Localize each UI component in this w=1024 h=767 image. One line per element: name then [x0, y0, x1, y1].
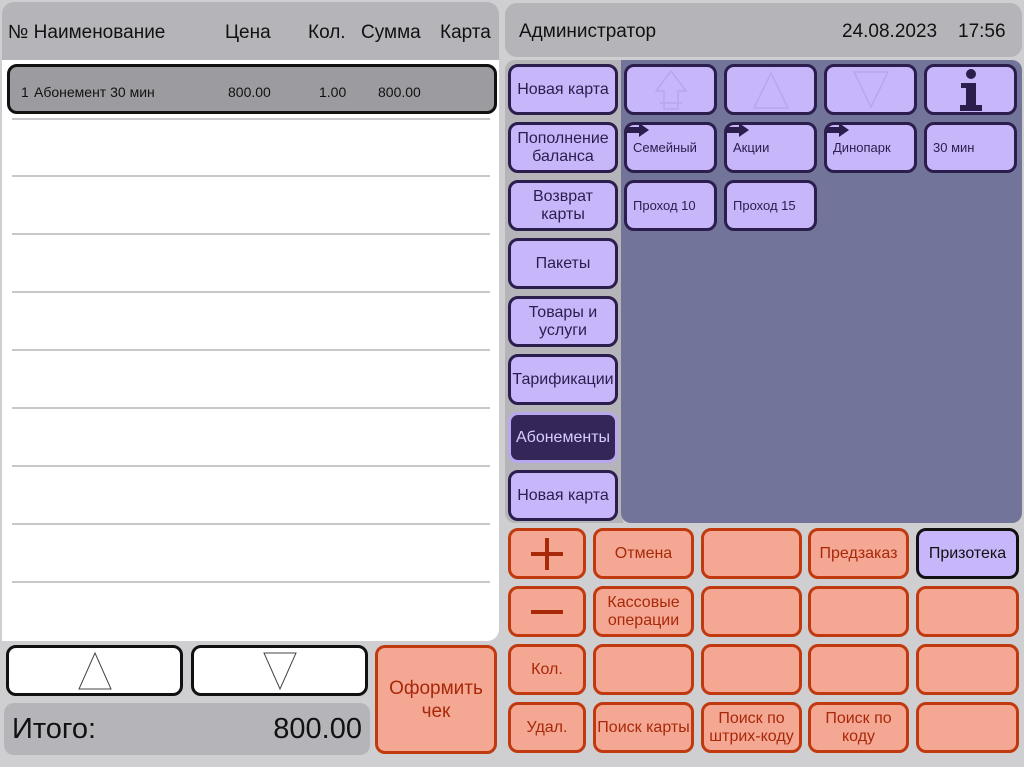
plus-icon [531, 537, 563, 570]
preorder-button[interactable]: Предзаказ [808, 528, 909, 579]
nav-card-return[interactable]: Возврат карты [508, 180, 618, 231]
tile-label: Динопарк [833, 139, 891, 155]
col-sum: Сумма [361, 22, 421, 43]
row-divider [12, 465, 490, 467]
row-divider [12, 581, 490, 583]
tile-label: 30 мин [933, 139, 975, 155]
tile-pass-10[interactable]: Проход 10 [624, 180, 717, 231]
tile-label: Акции [733, 139, 770, 155]
scroll-top-button[interactable] [624, 64, 717, 115]
search-code-button[interactable]: Поиск по коду [808, 702, 909, 753]
tile-promotions[interactable]: Акции [724, 122, 817, 173]
tile-dinopark[interactable]: Динопарк [824, 122, 917, 173]
empty-key-button[interactable] [808, 586, 909, 637]
date-text: 24.08.2023 [842, 21, 938, 42]
receipt-scroll-up-button[interactable] [6, 645, 183, 696]
prizes-button[interactable]: Призотека [916, 528, 1019, 579]
total-value: 800.00 [273, 713, 362, 745]
folder-arrow-icon [827, 123, 849, 137]
info-button[interactable] [924, 64, 1017, 115]
nav-packages[interactable]: Пакеты [508, 238, 618, 289]
user-name: Администратор [519, 21, 657, 42]
col-price: Цена [225, 22, 271, 43]
total-box: Итого: 800.00 [4, 703, 370, 755]
time-text: 17:56 [958, 21, 1006, 42]
nav-goods-services[interactable]: Товары и услуги [508, 296, 618, 347]
empty-key-button[interactable] [701, 528, 802, 579]
empty-key-button[interactable] [916, 586, 1019, 637]
tile-label: Проход 15 [733, 197, 796, 213]
nav-tariffs[interactable]: Тарификации [508, 354, 618, 405]
col-card: Карта [440, 22, 491, 43]
receipt-header: № Наименование Цена Кол. Сумма Карта [2, 2, 499, 60]
nav-new-card[interactable]: Новая карта [508, 64, 618, 115]
nav-top-up-balance[interactable]: Пополнение баланса [508, 122, 618, 173]
row-divider [12, 118, 490, 120]
empty-key-button[interactable] [916, 644, 1019, 695]
receipt-scroll-down-button[interactable] [191, 645, 368, 696]
empty-key-button[interactable] [701, 586, 802, 637]
quantity-button[interactable]: Кол. [508, 644, 586, 695]
checkout-button[interactable]: Оформить чек [375, 645, 497, 754]
empty-key-button[interactable] [593, 644, 694, 695]
row-qty: 1.00 [319, 84, 347, 100]
cash-operations-button[interactable]: Кассовые операции [593, 586, 694, 637]
tile-family[interactable]: Семейный [624, 122, 717, 173]
folder-arrow-icon [727, 123, 749, 137]
empty-key-button[interactable] [701, 644, 802, 695]
folder-arrow-icon [627, 123, 649, 137]
top-bar: Администратор 24.08.2023 17:56 [505, 3, 1022, 57]
tile-label: Проход 10 [633, 197, 696, 213]
row-divider [12, 349, 490, 351]
search-barcode-button[interactable]: Поиск по штрих-коду [701, 702, 802, 753]
row-price: 800.00 [228, 84, 271, 100]
row-sum: 800.00 [378, 84, 421, 100]
empty-key-button[interactable] [916, 702, 1019, 753]
cancel-button[interactable]: Отмена [593, 528, 694, 579]
row-no: 1 [21, 84, 29, 100]
table-row[interactable]: 1 Абонемент 30 мин 800.00 1.00 800.00 [7, 64, 497, 114]
empty-key-button[interactable] [808, 644, 909, 695]
search-card-button[interactable]: Поиск карты [593, 702, 694, 753]
row-divider [12, 175, 490, 177]
row-divider [12, 407, 490, 409]
tile-30-min[interactable]: 30 мин [924, 122, 1017, 173]
delete-button[interactable]: Удал. [508, 702, 586, 753]
up-to-top-icon [654, 69, 687, 110]
receipt-list[interactable]: 1 Абонемент 30 мин 800.00 1.00 800.00 [2, 60, 499, 641]
col-no-name: № Наименование [8, 22, 166, 43]
col-qty: Кол. [308, 22, 346, 43]
down-arrow-icon [262, 652, 297, 690]
info-icon [959, 68, 982, 111]
total-label: Итого: [12, 713, 97, 745]
minus-icon [531, 609, 563, 614]
up-arrow-icon [77, 651, 112, 689]
plus-button[interactable] [508, 528, 586, 579]
row-divider [12, 233, 490, 235]
tile-label: Семейный [633, 139, 697, 155]
nav-new-card-2[interactable]: Новая карта [508, 470, 618, 521]
nav-subscriptions[interactable]: Абонементы [508, 412, 618, 463]
tile-pass-15[interactable]: Проход 15 [724, 180, 817, 231]
minus-button[interactable] [508, 586, 586, 637]
row-divider [12, 523, 490, 525]
scroll-up-button[interactable] [724, 64, 817, 115]
scroll-down-button[interactable] [824, 64, 917, 115]
row-divider [12, 291, 490, 293]
row-name: Абонемент 30 мин [34, 84, 155, 100]
up-arrow-icon [752, 70, 789, 109]
down-arrow-icon [852, 70, 889, 109]
